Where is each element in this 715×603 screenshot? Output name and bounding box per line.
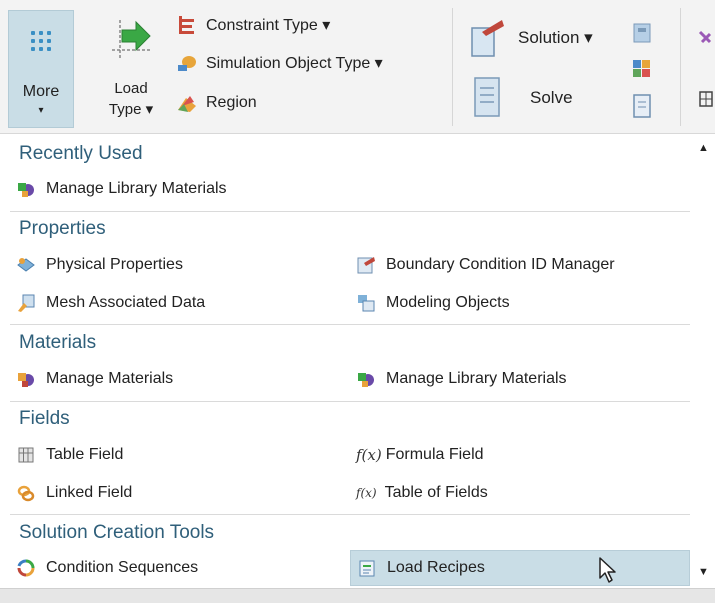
- menu-item-label: Boundary Condition ID Manager: [386, 256, 615, 273]
- scroll-down-arrow[interactable]: ▼: [698, 566, 709, 578]
- menu-item-label: Formula Field: [385, 446, 484, 463]
- load-type-button[interactable]: Load Type ▾: [100, 14, 162, 128]
- more-button[interactable]: More ▾: [8, 10, 74, 128]
- load-recipes-icon: [359, 560, 375, 577]
- menu-item-label: Condition Sequences: [46, 559, 199, 576]
- solution-list-icon[interactable]: [630, 20, 654, 46]
- menu-item-label: Manage Library Materials: [386, 370, 567, 387]
- menu-item-mesh-associated-data[interactable]: Mesh Associated Data: [10, 288, 340, 318]
- table-of-fields-icon: f(x): [356, 486, 377, 500]
- section-divider: [10, 324, 690, 325]
- constraint-type-label: Constraint Type ▾: [206, 17, 331, 34]
- section-title-properties: Properties: [19, 218, 106, 239]
- section-divider: [10, 211, 690, 212]
- ribbon-separator: [680, 8, 681, 126]
- region-button[interactable]: Region: [176, 90, 257, 116]
- menu-item-linked-field[interactable]: Linked Field: [10, 478, 340, 508]
- overflow-tool-icon[interactable]: [696, 28, 715, 54]
- table-field-icon: [18, 447, 34, 463]
- menu-item-load-recipes[interactable]: Load Recipes: [350, 550, 690, 586]
- simulation-object-type-button[interactable]: Simulation Object Type ▾: [176, 50, 383, 76]
- menu-item-modeling-objects[interactable]: Modeling Objects: [350, 288, 690, 318]
- section-divider: [10, 401, 690, 402]
- menu-item-label: Table Field: [46, 446, 124, 463]
- region-label: Region: [206, 94, 257, 111]
- solution-button[interactable]: Solution ▾: [518, 28, 593, 48]
- simulation-object-icon: [178, 56, 196, 71]
- menu-item-manage-library-materials[interactable]: Manage Library Materials: [350, 364, 690, 394]
- condition-sequences-icon: [17, 559, 35, 577]
- menu-item-table-field[interactable]: Table Field: [10, 440, 340, 470]
- report-icon[interactable]: [630, 92, 654, 120]
- section-title-solution-creation-tools: Solution Creation Tools: [19, 522, 215, 543]
- bc-id-manager-icon: [357, 257, 375, 274]
- load-type-label-1: Load: [114, 80, 148, 97]
- ribbon-toolbar: More ▾ Load Type ▾ Constraint Type ▾ Sim…: [0, 0, 715, 134]
- simulation-object-type-label: Simulation Object Type ▾: [206, 55, 383, 72]
- scroll-up-arrow[interactable]: ▲: [698, 142, 709, 154]
- solution-icon: [471, 20, 504, 57]
- menu-item-label: Physical Properties: [46, 256, 183, 273]
- menu-item-label: Manage Materials: [46, 370, 174, 387]
- menu-item-physical-properties[interactable]: Physical Properties: [10, 250, 340, 280]
- region-icon: [178, 96, 196, 112]
- modeling-objects-icon: [358, 295, 375, 312]
- menu-item-boundary-condition-id-manager[interactable]: Boundary Condition ID Manager: [350, 250, 690, 280]
- menu-item-table-of-fields[interactable]: f(x) Table of Fields: [350, 478, 690, 508]
- menu-item-label: Load Recipes: [387, 559, 485, 576]
- menu-item-manage-library-materials-recent[interactable]: Manage Library Materials: [10, 174, 340, 204]
- menu-item-label: Manage Library Materials: [46, 180, 227, 197]
- constraint-type-button[interactable]: Constraint Type ▾: [176, 12, 330, 38]
- section-divider: [10, 514, 690, 515]
- linked-field-icon: [17, 485, 35, 502]
- solve-icon: [474, 77, 500, 117]
- more-label: More: [22, 83, 60, 100]
- menu-item-condition-sequences[interactable]: Condition Sequences: [10, 553, 340, 583]
- ribbon-separator: [452, 8, 453, 126]
- library-materials-icon: [18, 183, 34, 197]
- constraint-icon: [179, 16, 194, 34]
- mouse-pointer-icon: [599, 557, 616, 583]
- grid-icon: [31, 31, 51, 51]
- colored-grid-icon[interactable]: [630, 56, 654, 82]
- section-title-fields: Fields: [19, 408, 70, 429]
- menu-item-label: Modeling Objects: [386, 294, 510, 311]
- load-arrow-icon: [112, 20, 152, 58]
- menu-item-formula-field[interactable]: f(x) Formula Field: [350, 440, 690, 470]
- formula-field-icon: f(x): [356, 446, 382, 464]
- menu-item-label: Table of Fields: [384, 484, 488, 501]
- materials-icon: [18, 373, 34, 387]
- section-title-recently-used: Recently Used: [19, 143, 143, 164]
- load-type-label-2: Type ▾: [108, 101, 154, 118]
- library-materials-icon: [358, 373, 374, 387]
- section-title-materials: Materials: [19, 332, 97, 353]
- menu-item-label: Mesh Associated Data: [46, 294, 206, 311]
- overflow-grid-icon[interactable]: [698, 88, 715, 112]
- menu-bottom-bar: [0, 588, 715, 603]
- more-caret: ▾: [38, 105, 44, 116]
- menu-item-manage-materials[interactable]: Manage Materials: [10, 364, 340, 394]
- menu-item-label: Linked Field: [46, 484, 133, 501]
- solve-button[interactable]: Solve: [530, 88, 573, 108]
- physical-properties-icon: [17, 258, 35, 272]
- mesh-data-icon: [18, 294, 35, 312]
